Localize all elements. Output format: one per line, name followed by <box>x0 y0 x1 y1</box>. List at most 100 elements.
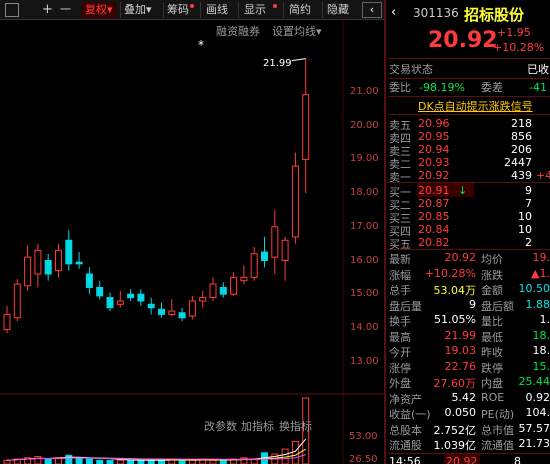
candle-body <box>178 312 186 319</box>
stat-value: ▲1. <box>531 266 550 280</box>
stat-label: 涨幅 <box>389 268 411 282</box>
price-tick: 20.00 <box>350 119 379 131</box>
last-price: 20.92 <box>428 28 498 53</box>
tick-vol: 8 <box>514 455 521 464</box>
volume-bar <box>127 459 135 464</box>
grid-icon[interactable] <box>5 3 19 17</box>
candle-body <box>116 300 124 305</box>
zoom-out-button[interactable]: 一 <box>60 2 71 18</box>
stock-name: 招标股份 <box>464 6 525 24</box>
xianshi-button[interactable]: 显示 <box>238 2 266 18</box>
candle-body <box>158 308 165 315</box>
yincang-button[interactable]: 隐藏 <box>322 2 349 18</box>
high-marker-arrow <box>291 58 306 62</box>
ask-volume: 856 <box>511 130 532 143</box>
volume-bar <box>106 459 114 464</box>
weibi-value: -98.19% <box>419 81 465 94</box>
volume-tick: 26.50 <box>349 454 378 464</box>
candle-body <box>24 256 32 287</box>
price-tick: 17.00 <box>350 220 379 232</box>
chouma-button[interactable]: 筹码 <box>163 2 189 18</box>
divider <box>388 114 550 115</box>
volume-bar <box>209 459 217 464</box>
chart-toolbar: + 一 复权▾ 叠加▾ 筹码 画线 显示 简约 隐藏 ‹ <box>0 0 385 20</box>
stat-label: 金额 <box>481 284 503 297</box>
price-tick: 15.00 <box>350 288 379 300</box>
change-indicator-button[interactable]: 换指标 <box>279 418 312 434</box>
price-tick: 13.00 <box>350 355 379 367</box>
stat-label: 内盘 <box>481 377 503 390</box>
candle-body <box>3 313 11 331</box>
ask-volume: 218 <box>511 117 532 130</box>
ask-volume: 439 <box>511 169 532 182</box>
candle-body <box>261 251 268 261</box>
candle-body <box>127 293 135 299</box>
jianyue-button[interactable]: 简约 <box>283 2 311 18</box>
volume-bar <box>3 459 11 464</box>
candle-body <box>281 239 289 261</box>
stat-label: ROE <box>481 390 505 404</box>
volume-bar <box>147 459 155 464</box>
volume-bar <box>240 457 248 464</box>
stat-label: 盘后量 <box>389 299 422 313</box>
change-param-button[interactable]: 改参数 <box>204 418 237 434</box>
volume-bar <box>75 457 83 464</box>
price-tick: 14.00 <box>350 321 379 333</box>
add-indicator-button[interactable]: 加指标 <box>241 418 274 434</box>
stat-value: 57.57 <box>518 421 550 435</box>
stat-value: +10.28% <box>424 266 476 280</box>
volume-bar <box>116 459 124 464</box>
status-value: 已收 <box>527 63 549 76</box>
price-change: +1.95 <box>497 26 531 39</box>
candle-body <box>55 249 62 272</box>
stat-value: 0.050 <box>444 406 477 419</box>
volume-bar <box>65 454 73 464</box>
status-label: 交易状态 <box>389 63 433 76</box>
down-arrow-icon: ↓ <box>458 184 468 197</box>
huaxian-button[interactable]: 画线 <box>200 2 228 18</box>
diejia-button[interactable]: 叠加▾ <box>120 2 152 18</box>
stat-label: 总股本 <box>389 423 422 437</box>
divider <box>388 58 550 59</box>
stat-value: 21.99 <box>444 328 477 342</box>
candle-body <box>219 286 227 295</box>
ask-price: 20.96 <box>418 117 450 130</box>
price-tick: 19.00 <box>350 153 379 165</box>
volume-bar <box>96 459 104 464</box>
candle-body <box>96 286 104 297</box>
ask-volume: 206 <box>511 143 532 156</box>
candle-body <box>302 94 310 160</box>
candle-body <box>65 239 73 265</box>
back-arrow-icon[interactable]: ‹ <box>391 5 396 20</box>
zoom-in-button[interactable]: + <box>42 2 53 18</box>
fuquan-label: 复权 <box>85 3 107 16</box>
candle-body <box>271 226 279 258</box>
dk-signal-link[interactable]: DK点自动提示涨跌信号 <box>418 98 533 114</box>
divider <box>388 78 550 79</box>
weibi-row: 委比 -98.19% 委差 -41 <box>389 80 550 96</box>
bid-price: 20.82 <box>418 236 450 249</box>
stat-value: 1.039亿 <box>433 439 477 452</box>
candle-body <box>137 293 145 302</box>
candle-body <box>209 283 217 299</box>
ask-price: 20.94 <box>418 143 450 156</box>
bid-volume: 2 <box>525 236 532 249</box>
stat-value: 18. <box>532 344 550 357</box>
volume-bar <box>85 458 93 464</box>
stat-label: 最高 <box>389 330 411 344</box>
volume-bar <box>188 459 196 464</box>
collapse-button[interactable]: ‹ <box>362 2 382 18</box>
bid-volume: 7 <box>525 197 532 210</box>
volume-ma-line <box>6 438 307 461</box>
ask-price: 20.92 <box>418 169 450 182</box>
volume-bar <box>34 456 42 464</box>
stat-label: 量比 <box>481 315 503 328</box>
bid-price: 20.91 <box>418 184 450 197</box>
volume-tick: 53.00 <box>349 431 378 442</box>
fuquan-button[interactable]: 复权▾ <box>82 2 116 18</box>
stat-label: 外盘 <box>389 377 411 390</box>
stock-code: 301136 <box>413 6 459 20</box>
candle-body <box>44 260 52 275</box>
stat-value: 104. <box>525 406 550 419</box>
stat-value: 51.05% <box>434 313 476 326</box>
